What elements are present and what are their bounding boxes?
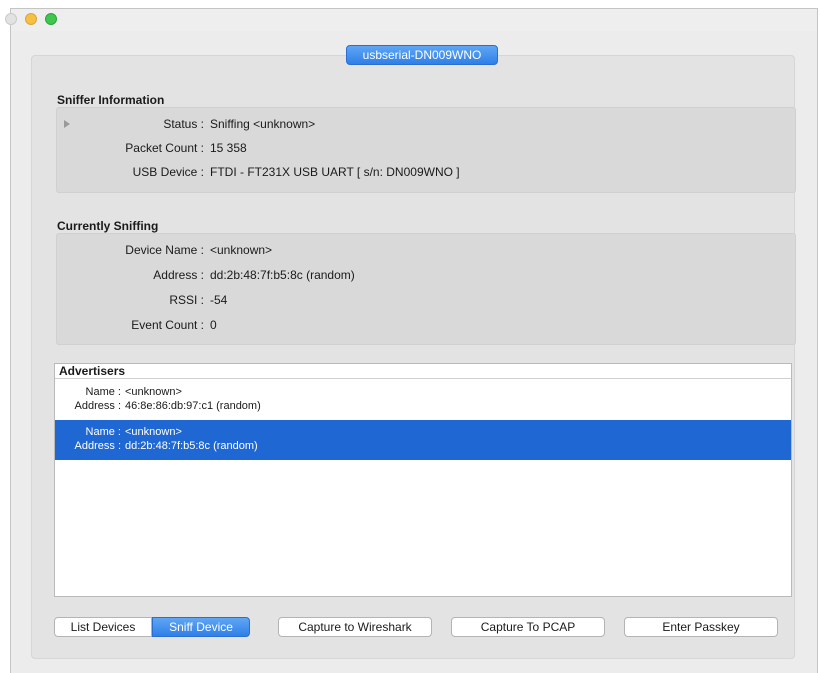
rssi-value: -54 <box>210 293 228 307</box>
currently-sniffing-box: Device Name : <unknown> Address : dd:2b:… <box>56 233 796 345</box>
advertiser-item[interactable]: Name : <unknown> Address : 46:8e:86:db:9… <box>55 380 791 420</box>
list-devices-button[interactable]: List Devices <box>54 617 152 637</box>
usb-device-row: USB Device : FTDI - FT231X USB UART [ s/… <box>57 164 795 180</box>
status-label: Status : <box>163 117 204 131</box>
sniffer-information-title: Sniffer Information <box>57 93 165 107</box>
device-name-row: Device Name : <unknown> <box>57 242 795 258</box>
advertisers-header: Advertisers <box>55 364 791 379</box>
advertiser-name-value: <unknown> <box>125 386 182 398</box>
advertiser-address-value: dd:2b:48:7f:b5:8c (random) <box>125 440 258 452</box>
device-name-label: Device Name : <box>125 243 204 257</box>
advertiser-address-label: Address : <box>74 440 121 452</box>
packet-count-label: Packet Count : <box>125 141 204 155</box>
rssi-row: RSSI : -54 <box>57 292 795 308</box>
title-bar <box>5 9 817 31</box>
usb-device-label: USB Device : <box>132 165 204 179</box>
address-value: dd:2b:48:7f:b5:8c (random) <box>210 268 355 282</box>
capture-to-wireshark-button[interactable]: Capture to Wireshark <box>278 617 432 637</box>
capture-to-pcap-button[interactable]: Capture To PCAP <box>451 617 605 637</box>
device-name-value: <unknown> <box>210 243 273 257</box>
event-count-row: Event Count : 0 <box>57 317 795 333</box>
currently-sniffing-title: Currently Sniffing <box>57 219 159 233</box>
advertisers-list[interactable]: Advertisers Name : <unknown> Address : 4… <box>54 363 792 597</box>
enter-passkey-button[interactable]: Enter Passkey <box>624 617 778 637</box>
rssi-label: RSSI : <box>169 293 204 307</box>
sniff-device-button[interactable]: Sniff Device <box>152 617 250 637</box>
device-tab[interactable]: usbserial-DN009WNO <box>346 45 498 65</box>
usb-device-value: FTDI - FT231X USB UART [ s/n: DN009WNO ] <box>210 165 460 179</box>
minimize-window-button[interactable] <box>25 13 37 25</box>
advertiser-name-value: <unknown> <box>125 426 182 438</box>
packet-count-row: Packet Count : 15 358 <box>57 140 795 156</box>
status-value: Sniffing <unknown> <box>210 117 316 131</box>
zoom-window-button[interactable] <box>45 13 57 25</box>
address-label: Address : <box>153 268 204 282</box>
advertiser-address-label: Address : <box>74 400 121 412</box>
event-count-value: 0 <box>210 318 217 332</box>
app-window: Sniffer Information Status : Sniffing <u… <box>5 8 818 673</box>
event-count-label: Event Count : <box>131 318 204 332</box>
advertiser-name-label: Name : <box>85 426 121 438</box>
sniffer-information-box: Status : Sniffing <unknown> Packet Count… <box>56 107 796 193</box>
advertiser-address-value: 46:8e:86:db:97:c1 (random) <box>125 400 261 412</box>
advertiser-name-label: Name : <box>85 386 121 398</box>
advertiser-item-selected[interactable]: Name : <unknown> Address : dd:2b:48:7f:b… <box>55 420 791 460</box>
packet-count-value: 15 358 <box>210 141 247 155</box>
address-row: Address : dd:2b:48:7f:b5:8c (random) <box>57 267 795 283</box>
status-row: Status : Sniffing <unknown> <box>57 116 795 132</box>
close-window-button[interactable] <box>5 13 17 25</box>
